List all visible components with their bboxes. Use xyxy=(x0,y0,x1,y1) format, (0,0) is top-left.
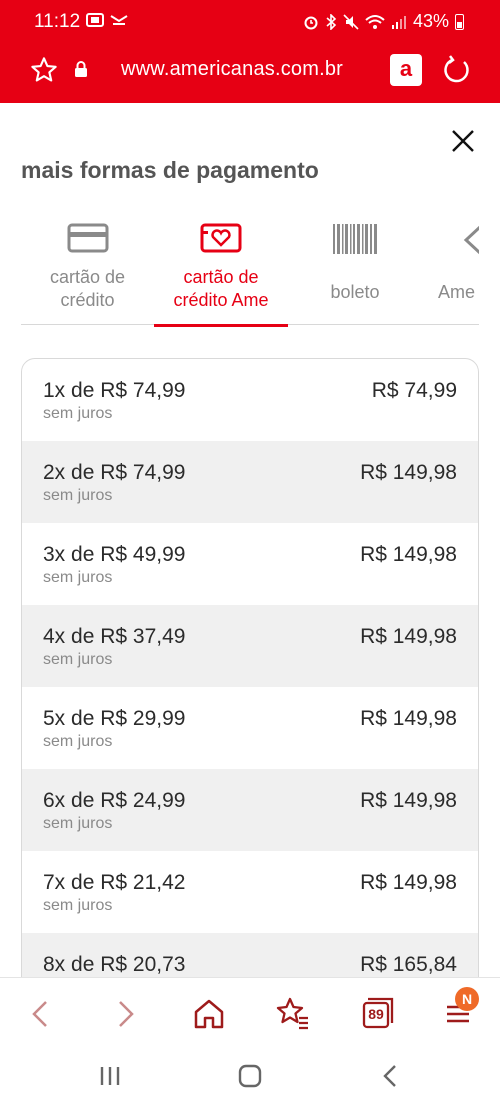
installment-row[interactable]: 1x de R$ 74,99 sem juros R$ 74,99 xyxy=(22,359,478,441)
site-app-button[interactable]: a xyxy=(390,54,422,86)
status-bar: 11:12 43% xyxy=(0,0,500,42)
tab-label: cartão de xyxy=(49,267,126,287)
installment-note: sem juros xyxy=(43,733,113,750)
installments-list: 1x de R$ 74,99 sem juros R$ 74,99 2x de … xyxy=(21,358,479,998)
credit-card-icon xyxy=(67,223,108,253)
system-back-icon[interactable] xyxy=(378,1063,404,1089)
wifi-icon xyxy=(365,14,385,29)
status-time: 11:12 xyxy=(34,11,81,32)
installment-total: R$ 165,84 xyxy=(360,953,457,976)
tab-ame-credit-card[interactable]: cartão de crédito Ame xyxy=(154,215,288,327)
url-text[interactable]: www.americanas.com.br xyxy=(121,58,343,81)
notification-app-icon xyxy=(86,13,104,27)
tab-label: cartão de xyxy=(183,267,259,287)
installment-row[interactable]: 7x de R$ 21,42 sem juros R$ 149,98 xyxy=(22,851,478,933)
installment-row[interactable]: 5x de R$ 29,99 sem juros R$ 149,98 xyxy=(22,687,478,769)
ame-card-icon xyxy=(200,223,242,253)
installment-note: sem juros xyxy=(43,487,113,504)
installment-note: sem juros xyxy=(43,897,113,914)
installment-row[interactable]: 3x de R$ 49,99 sem juros R$ 149,98 xyxy=(22,523,478,605)
installment-total: R$ 149,98 xyxy=(360,707,457,730)
tab-boleto[interactable]: boleto xyxy=(288,215,422,325)
installment-row[interactable]: 6x de R$ 24,99 sem juros R$ 149,98 xyxy=(22,769,478,851)
installment-row[interactable]: 4x de R$ 37,49 sem juros R$ 149,98 xyxy=(22,605,478,687)
installment-label: 3x de R$ 49,99 xyxy=(43,543,186,566)
browser-bottom-nav: 89 xyxy=(0,977,500,1047)
barcode-icon xyxy=(333,224,377,254)
installment-note: sem juros xyxy=(43,815,113,832)
installment-total: R$ 149,98 xyxy=(360,789,457,812)
tabs-count: 89 xyxy=(368,1006,384,1022)
ame-icon xyxy=(463,225,479,255)
installment-total: R$ 149,98 xyxy=(360,625,457,648)
tab-credit-card[interactable]: cartão de crédito xyxy=(21,215,154,325)
battery-icon xyxy=(455,13,464,30)
installment-total: R$ 149,98 xyxy=(360,871,457,894)
installment-label: 8x de R$ 20,73 xyxy=(43,953,186,976)
installment-label: 4x de R$ 37,49 xyxy=(43,625,186,648)
tab-label: Ame xyxy=(438,282,476,302)
signal-icon xyxy=(391,15,406,29)
installment-total: R$ 74,99 xyxy=(371,379,457,402)
tabs-button[interactable]: 89 xyxy=(356,994,396,1034)
notification-icons xyxy=(86,13,128,27)
battery-percentage: 43% xyxy=(412,11,449,31)
installment-label: 5x de R$ 29,99 xyxy=(43,707,186,730)
active-tab-indicator xyxy=(154,324,288,327)
browser-url-bar[interactable]: www.americanas.com.br a xyxy=(0,46,500,94)
bookmarks-icon[interactable] xyxy=(272,994,312,1034)
lock-icon xyxy=(75,61,87,77)
home-icon[interactable] xyxy=(189,994,229,1034)
reload-icon[interactable] xyxy=(440,54,472,86)
menu-notification-badge: N xyxy=(455,987,479,1011)
installment-label: 2x de R$ 74,99 xyxy=(43,461,186,484)
installment-note: sem juros xyxy=(43,405,113,422)
alarm-icon xyxy=(304,16,318,29)
installment-label: 7x de R$ 21,42 xyxy=(43,871,186,894)
tab-ame[interactable]: Ame xyxy=(422,215,479,325)
installment-note: sem juros xyxy=(43,651,113,668)
installment-total: R$ 149,98 xyxy=(360,543,457,566)
recent-apps-icon[interactable] xyxy=(97,1063,123,1089)
back-icon[interactable] xyxy=(20,994,60,1034)
installment-label: 6x de R$ 24,99 xyxy=(43,789,186,812)
forward-icon[interactable] xyxy=(106,994,146,1034)
installment-note: sem juros xyxy=(43,569,113,586)
installment-label: 1x de R$ 74,99 xyxy=(43,379,186,402)
page-title: mais formas de pagamento xyxy=(21,157,319,183)
close-icon[interactable] xyxy=(448,126,478,156)
tab-label: crédito xyxy=(60,290,115,310)
bookmark-star-icon[interactable] xyxy=(30,56,58,84)
installment-total: R$ 149,98 xyxy=(360,461,457,484)
payment-method-tabs: cartão de crédito cartão de crédito Ame bo… xyxy=(21,215,479,327)
tab-label: boleto xyxy=(330,282,380,302)
browser-header: 11:12 43% www.americanas.com.br a xyxy=(0,0,500,103)
system-nav-bar xyxy=(0,1047,500,1111)
notification-mail-icon xyxy=(110,15,128,25)
installment-row[interactable]: 2x de R$ 74,99 sem juros R$ 149,98 xyxy=(22,441,478,523)
system-status-icons: 43% xyxy=(303,11,464,32)
mute-icon xyxy=(343,13,359,30)
tab-label: crédito Ame xyxy=(173,290,269,310)
home-button-icon[interactable] xyxy=(237,1063,263,1089)
bluetooth-icon xyxy=(326,13,337,30)
